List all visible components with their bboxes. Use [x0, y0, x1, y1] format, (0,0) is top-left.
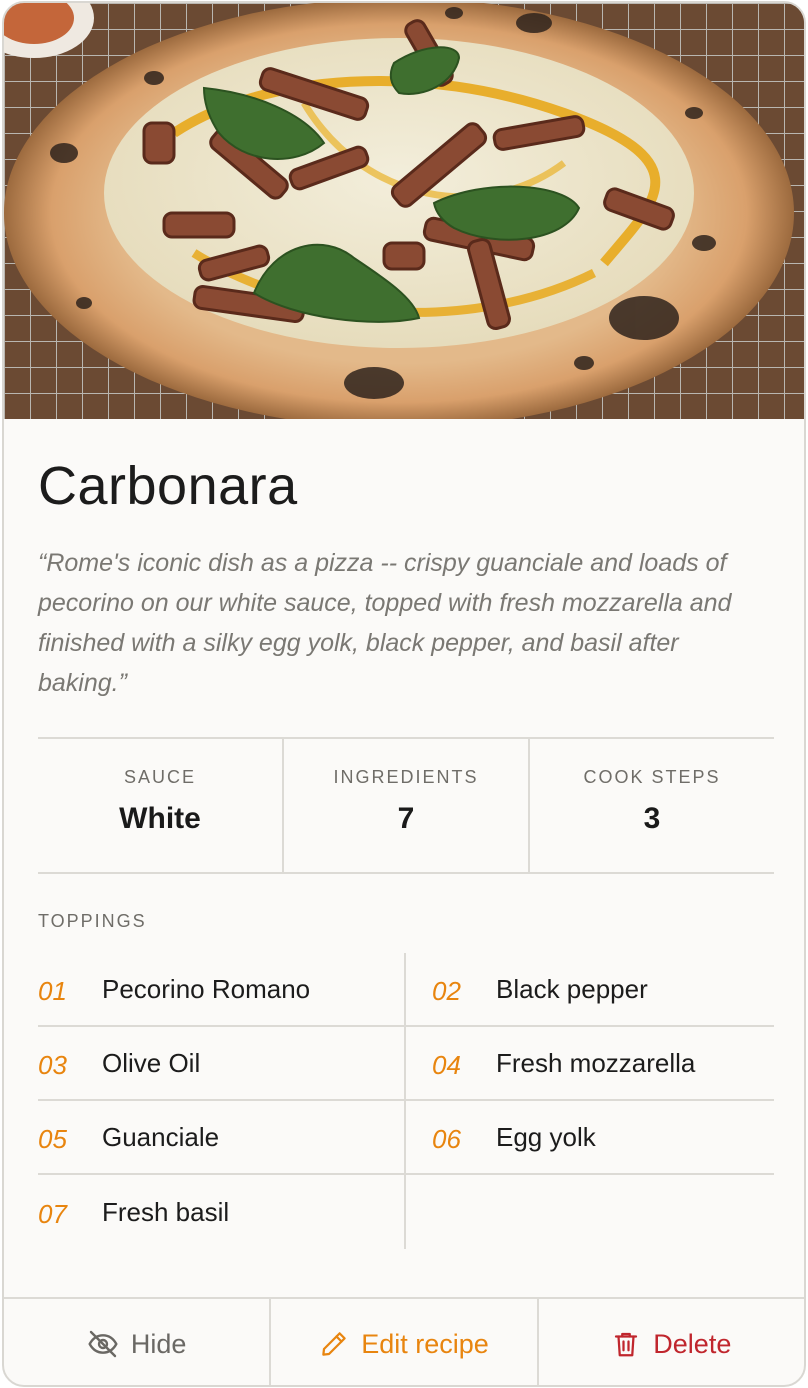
delete-label: Delete — [653, 1328, 732, 1359]
stat-sauce: SAUCE White — [38, 739, 284, 872]
stats-row: SAUCE White INGREDIENTS 7 COOK STEPS 3 — [38, 737, 774, 874]
pizza-image — [4, 3, 804, 419]
empty-cell — [406, 1175, 774, 1249]
topping-name: Fresh mozzarella — [496, 1047, 696, 1078]
recipe-card: Carbonara “Rome's iconic dish as a pizza… — [2, 1, 806, 1387]
topping-name: Olive Oil — [102, 1047, 201, 1078]
delete-button[interactable]: Delete — [539, 1299, 804, 1385]
stat-label: INGREDIENTS — [333, 767, 479, 787]
stat-ingredients: INGREDIENTS 7 — [284, 739, 530, 872]
topping-number: 02 — [432, 975, 461, 1006]
list-item: 04 Fresh mozzarella — [406, 1027, 774, 1101]
toppings-heading: TOPPINGS — [38, 911, 147, 931]
stat-value: White — [119, 802, 201, 835]
toppings-list: 01 Pecorino Romano 02 Black pepper 03 Ol… — [38, 953, 774, 1249]
list-item: 02 Black pepper — [406, 953, 774, 1027]
topping-number: 03 — [38, 1049, 67, 1080]
topping-number: 07 — [38, 1198, 67, 1229]
trash-icon — [615, 1332, 638, 1357]
stat-value: 7 — [397, 802, 415, 835]
recipe-description: “Rome's iconic dish as a pizza -- crispy… — [38, 549, 732, 697]
topping-number: 06 — [432, 1123, 461, 1154]
list-item: 01 Pecorino Romano — [38, 953, 406, 1027]
list-item: 05 Guanciale — [38, 1101, 406, 1175]
recipe-title: Carbonara — [38, 456, 298, 516]
topping-name: Egg yolk — [496, 1121, 596, 1152]
list-item: 03 Olive Oil — [38, 1027, 406, 1101]
stat-value: 3 — [643, 802, 661, 835]
topping-name: Guanciale — [102, 1121, 220, 1152]
recipe-photo — [4, 3, 804, 419]
stat-label: COOK STEPS — [583, 767, 721, 787]
edit-recipe-button[interactable]: Edit recipe — [271, 1299, 539, 1385]
hide-button[interactable]: Hide — [4, 1299, 272, 1385]
list-item: 06 Egg yolk — [406, 1101, 774, 1175]
stat-label: SAUCE — [123, 767, 196, 787]
topping-number: 04 — [432, 1049, 461, 1080]
topping-name: Black pepper — [496, 973, 648, 1004]
eye-off-icon — [88, 1330, 118, 1358]
pencil-icon — [322, 1332, 346, 1356]
topping-number: 01 — [38, 975, 67, 1006]
hide-label: Hide — [130, 1328, 187, 1359]
topping-number: 05 — [38, 1123, 67, 1154]
edit-recipe-label: Edit recipe — [361, 1328, 489, 1359]
stat-cook-steps: COOK STEPS 3 — [530, 739, 774, 872]
topping-name: Pecorino Romano — [102, 973, 311, 1004]
topping-name: Fresh basil — [102, 1196, 230, 1227]
list-item: 07 Fresh basil — [38, 1175, 406, 1249]
action-bar: Hide Edit recipe Delete — [4, 1297, 804, 1385]
